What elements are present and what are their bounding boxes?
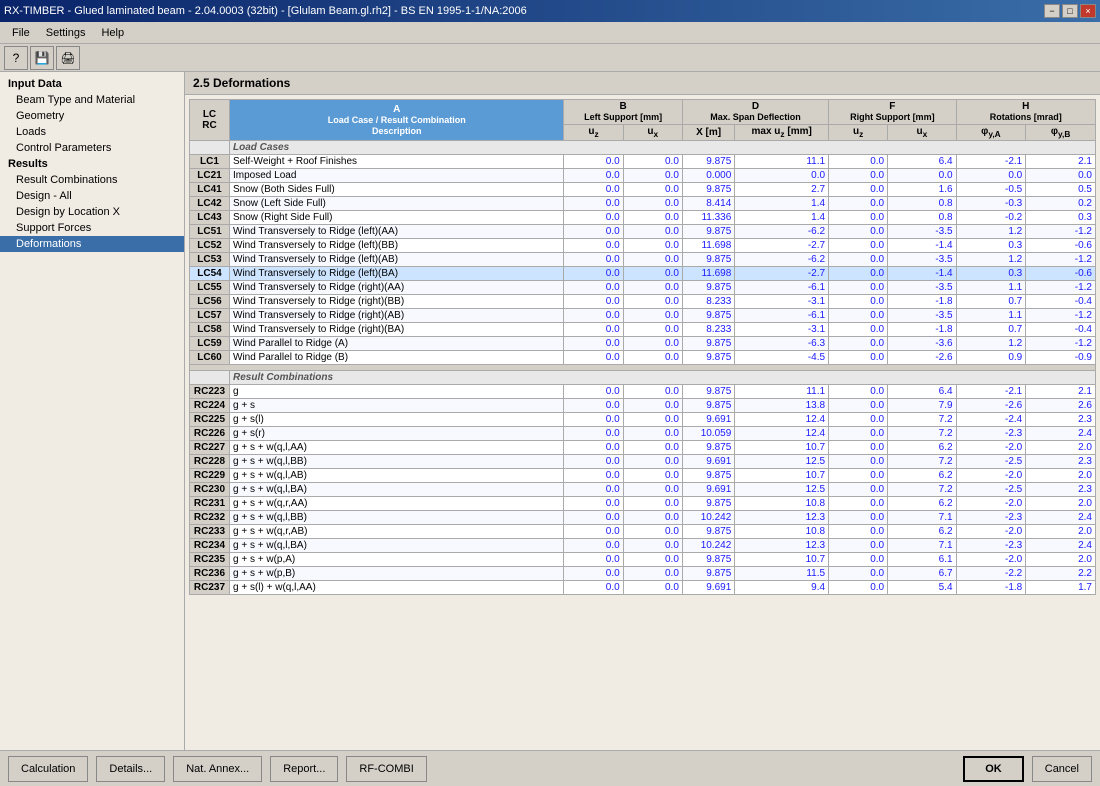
cancel-button[interactable]: Cancel bbox=[1032, 756, 1092, 782]
window-title: RX-TIMBER - Glued laminated beam - 2.04.… bbox=[4, 5, 527, 17]
col-d-header: DMax. Span Deflection bbox=[682, 100, 828, 125]
sub-max-uz: max uz [mm] bbox=[735, 125, 829, 141]
menu-help[interactable]: Help bbox=[93, 25, 132, 41]
table-row[interactable]: RC230 g + s + w(q,l,BA) 0.0 0.0 9.691 12… bbox=[190, 483, 1096, 497]
menu-file[interactable]: File bbox=[4, 25, 38, 41]
table-row[interactable]: RC228 g + s + w(q,l,BB) 0.0 0.0 9.691 12… bbox=[190, 455, 1096, 469]
table-row[interactable]: RC224 g + s 0.0 0.0 9.875 13.8 0.0 7.9 -… bbox=[190, 399, 1096, 413]
sidebar-item-support-forces[interactable]: Support Forces bbox=[0, 220, 184, 236]
table-row[interactable]: RC236 g + s + w(p,B) 0.0 0.0 9.875 11.5 … bbox=[190, 567, 1096, 581]
ok-button[interactable]: OK bbox=[963, 756, 1024, 782]
nat-annex-button[interactable]: Nat. Annex... bbox=[173, 756, 262, 782]
deformations-table: LCRC ALoad Case / Result CombinationDesc… bbox=[189, 99, 1096, 595]
sub-left-ux: ux bbox=[623, 125, 682, 141]
sidebar-item-deformations[interactable]: Deformations bbox=[0, 236, 184, 252]
table-row[interactable]: LC21 Imposed Load 0.0 0.0 0.000 0.0 0.0 … bbox=[190, 169, 1096, 183]
content-area: 2.5 Deformations LCRC ALoad Case / Resul… bbox=[185, 72, 1100, 750]
table-row[interactable]: RC226 g + s(r) 0.0 0.0 10.059 12.4 0.0 7… bbox=[190, 427, 1096, 441]
sidebar-item-beam-type[interactable]: Beam Type and Material bbox=[0, 92, 184, 108]
sidebar-item-loads[interactable]: Loads bbox=[0, 124, 184, 140]
col-h-header: HRotations [mrad] bbox=[956, 100, 1095, 125]
table-container[interactable]: LCRC ALoad Case / Result CombinationDesc… bbox=[185, 95, 1100, 750]
content-title: 2.5 Deformations bbox=[185, 72, 1100, 95]
table-row[interactable]: LC58 Wind Transversely to Ridge (right)(… bbox=[190, 323, 1096, 337]
menu-bar: File Settings Help bbox=[0, 22, 1100, 44]
sidebar-item-design-all[interactable]: Design - All bbox=[0, 188, 184, 204]
table-row[interactable]: RC233 g + s + w(q,r,AB) 0.0 0.0 9.875 10… bbox=[190, 525, 1096, 539]
title-bar: RX-TIMBER - Glued laminated beam - 2.04.… bbox=[0, 0, 1100, 22]
table-row[interactable]: LC60 Wind Parallel to Ridge (B) 0.0 0.0 … bbox=[190, 351, 1096, 365]
window-controls: − □ × bbox=[1044, 4, 1096, 18]
table-row[interactable]: RC229 g + s + w(q,l,AB) 0.0 0.0 9.875 10… bbox=[190, 469, 1096, 483]
main-content: Input Data Beam Type and Material Geomet… bbox=[0, 72, 1100, 750]
toolbar-save-button[interactable]: 💾 bbox=[30, 46, 54, 70]
report-button[interactable]: Report... bbox=[270, 756, 338, 782]
table-row[interactable]: LC57 Wind Transversely to Ridge (right)(… bbox=[190, 309, 1096, 323]
table-row[interactable]: LC43 Snow (Right Side Full) 0.0 0.0 11.3… bbox=[190, 211, 1096, 225]
table-row[interactable]: LC51 Wind Transversely to Ridge (left)(A… bbox=[190, 225, 1096, 239]
sub-right-ux: ux bbox=[888, 125, 956, 141]
sidebar-item-result-combinations[interactable]: Result Combinations bbox=[0, 172, 184, 188]
details-button[interactable]: Details... bbox=[96, 756, 165, 782]
sidebar-item-geometry[interactable]: Geometry bbox=[0, 108, 184, 124]
sidebar-section-input: Input Data bbox=[0, 76, 184, 92]
toolbar-print-button[interactable]: 🖨 bbox=[56, 46, 80, 70]
table-row[interactable]: RC234 g + s + w(q,l,BA) 0.0 0.0 10.242 1… bbox=[190, 539, 1096, 553]
sidebar-item-design-by-location[interactable]: Design by Location X bbox=[0, 204, 184, 220]
toolbar: ? 💾 🖨 bbox=[0, 44, 1100, 72]
table-row[interactable]: RC225 g + s(l) 0.0 0.0 9.691 12.4 0.0 7.… bbox=[190, 413, 1096, 427]
table-row[interactable]: RC235 g + s + w(p,A) 0.0 0.0 9.875 10.7 … bbox=[190, 553, 1096, 567]
menu-settings[interactable]: Settings bbox=[38, 25, 94, 41]
calculation-button[interactable]: Calculation bbox=[8, 756, 88, 782]
table-row[interactable]: RC223 g 0.0 0.0 9.875 11.1 0.0 6.4 -2.1 … bbox=[190, 385, 1096, 399]
col-a-header: ALoad Case / Result CombinationDescripti… bbox=[230, 100, 564, 141]
table-row[interactable]: LC52 Wind Transversely to Ridge (left)(B… bbox=[190, 239, 1096, 253]
table-row[interactable]: RC237 g + s(l) + w(q,l,AA) 0.0 0.0 9.691… bbox=[190, 581, 1096, 595]
minimize-button[interactable]: − bbox=[1044, 4, 1060, 18]
col-lcrc-header: LCRC bbox=[190, 100, 230, 141]
sidebar-section-results: Results bbox=[0, 156, 184, 172]
maximize-button[interactable]: □ bbox=[1062, 4, 1078, 18]
rf-combi-button[interactable]: RF-COMBI bbox=[346, 756, 426, 782]
sidebar-item-control-params[interactable]: Control Parameters bbox=[0, 140, 184, 156]
table-row[interactable]: LC56 Wind Transversely to Ridge (right)(… bbox=[190, 295, 1096, 309]
sub-right-uz: uz bbox=[829, 125, 888, 141]
col-b-header: BLeft Support [mm] bbox=[564, 100, 682, 125]
table-row[interactable]: LC55 Wind Transversely to Ridge (right)(… bbox=[190, 281, 1096, 295]
sub-left-uz: uz bbox=[564, 125, 623, 141]
close-button[interactable]: × bbox=[1080, 4, 1096, 18]
table-row[interactable]: LC42 Snow (Left Side Full) 0.0 0.0 8.414… bbox=[190, 197, 1096, 211]
table-row[interactable]: LC53 Wind Transversely to Ridge (left)(A… bbox=[190, 253, 1096, 267]
load-cases-header: Load Cases bbox=[190, 141, 1096, 155]
sidebar: Input Data Beam Type and Material Geomet… bbox=[0, 72, 185, 750]
sub-phi-b: φy,B bbox=[1026, 125, 1096, 141]
table-row[interactable]: LC41 Snow (Both Sides Full) 0.0 0.0 9.87… bbox=[190, 183, 1096, 197]
table-row[interactable]: RC231 g + s + w(q,r,AA) 0.0 0.0 9.875 10… bbox=[190, 497, 1096, 511]
bottom-toolbar: Calculation Details... Nat. Annex... Rep… bbox=[0, 750, 1100, 786]
sub-max-x: X [m] bbox=[682, 125, 734, 141]
table-row[interactable]: LC59 Wind Parallel to Ridge (A) 0.0 0.0 … bbox=[190, 337, 1096, 351]
table-row[interactable]: RC232 g + s + w(q,l,BB) 0.0 0.0 10.242 1… bbox=[190, 511, 1096, 525]
table-row[interactable]: RC227 g + s + w(q,l,AA) 0.0 0.0 9.875 10… bbox=[190, 441, 1096, 455]
table-row[interactable]: LC54 Wind Transversely to Ridge (left)(B… bbox=[190, 267, 1096, 281]
col-f-header: FRight Support [mm] bbox=[829, 100, 957, 125]
toolbar-help-button[interactable]: ? bbox=[4, 46, 28, 70]
table-row[interactable]: LC1 Self-Weight + Roof Finishes 0.0 0.0 … bbox=[190, 155, 1096, 169]
sub-phi-a: φy,A bbox=[956, 125, 1026, 141]
result-combinations-header: Result Combinations bbox=[190, 371, 1096, 385]
